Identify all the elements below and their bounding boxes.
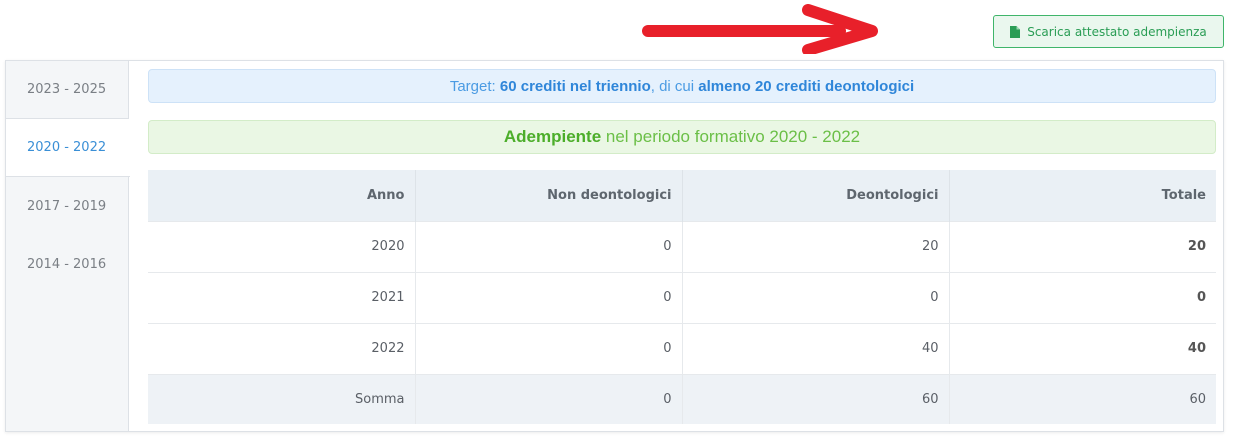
table-row: 2021 0 0 0 bbox=[148, 271, 1216, 323]
sum-label: Somma bbox=[148, 373, 416, 424]
sum-non-deontologici: 0 bbox=[415, 373, 683, 424]
header-non-deontologici: Non deontologici bbox=[415, 170, 683, 221]
download-attestation-button[interactable]: Scarica attestato adempienza bbox=[993, 15, 1224, 48]
cell-totale: 20 bbox=[949, 220, 1216, 272]
cell-non-deontologici: 0 bbox=[415, 271, 683, 323]
table-sum-row: Somma 0 60 60 bbox=[148, 373, 1216, 424]
cell-deontologici: 0 bbox=[682, 271, 950, 323]
target-credits: 60 crediti nel triennio bbox=[499, 77, 651, 95]
credits-table: Anno Non deontologici Deontologici Total… bbox=[148, 170, 1216, 424]
header-anno: Anno bbox=[148, 170, 416, 221]
status-text: nel periodo formativo 2020 - 2022 bbox=[601, 127, 861, 146]
tab-2023-2025[interactable]: 2023 - 2025 bbox=[6, 61, 128, 119]
sum-deontologici: 60 bbox=[682, 373, 950, 424]
status-label: Adempiente bbox=[503, 127, 602, 146]
tab-2014-2016[interactable]: 2014 - 2016 bbox=[6, 235, 128, 293]
document-icon bbox=[1010, 25, 1021, 38]
cell-non-deontologici: 0 bbox=[415, 322, 683, 374]
cell-deontologici: 40 bbox=[682, 322, 950, 374]
header-deontologici: Deontologici bbox=[682, 170, 950, 221]
red-arrow-annotation bbox=[642, 4, 878, 54]
target-deontological: almeno 20 crediti deontologici bbox=[698, 77, 915, 95]
cell-anno: 2020 bbox=[148, 220, 416, 272]
sum-totale: 60 bbox=[949, 373, 1216, 424]
cell-deontologici: 20 bbox=[682, 220, 950, 272]
target-middle: , di cui bbox=[650, 77, 699, 95]
table-row: 2022 0 40 40 bbox=[148, 322, 1216, 374]
tab-2017-2019[interactable]: 2017 - 2019 bbox=[6, 177, 128, 235]
cell-anno: 2021 bbox=[148, 271, 416, 323]
target-banner: Target: 60 crediti nel triennio , di cui… bbox=[148, 69, 1216, 103]
cell-totale: 0 bbox=[949, 271, 1216, 323]
target-prefix: Target: bbox=[449, 77, 500, 95]
period-sidebar: 2023 - 2025 2020 - 2022 2017 - 2019 2014… bbox=[6, 61, 130, 431]
status-banner: Adempiente nel periodo formativo 2020 - … bbox=[148, 120, 1216, 154]
cell-totale: 40 bbox=[949, 322, 1216, 374]
table-header-row: Anno Non deontologici Deontologici Total… bbox=[148, 170, 1216, 221]
header-totale: Totale bbox=[949, 170, 1216, 221]
download-attestation-label: Scarica attestato adempienza bbox=[1027, 24, 1207, 39]
tab-2020-2022[interactable]: 2020 - 2022 bbox=[6, 119, 130, 177]
cell-non-deontologici: 0 bbox=[415, 220, 683, 272]
table-row: 2020 0 20 20 bbox=[148, 220, 1216, 272]
cell-anno: 2022 bbox=[148, 322, 416, 374]
credits-panel: 2023 - 2025 2020 - 2022 2017 - 2019 2014… bbox=[5, 60, 1224, 432]
